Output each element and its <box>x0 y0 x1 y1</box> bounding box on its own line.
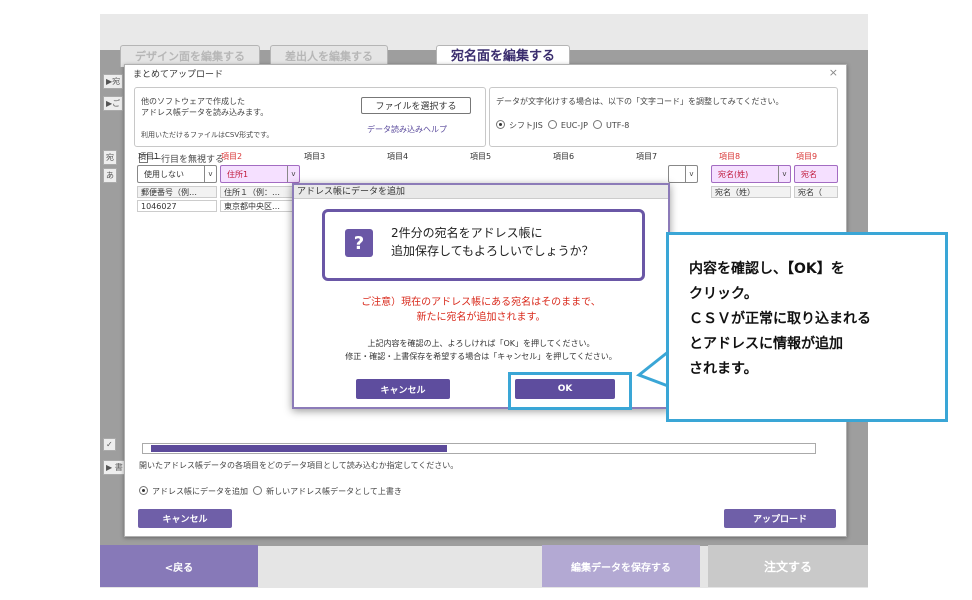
column-select[interactable]: 住所1 v <box>220 165 300 183</box>
intro-line: アドレス帳データを読み込みます。 <box>141 108 269 117</box>
warning-text: ご注意）現在のアドレス帳にある宛名はそのままで、 新たに宛名が追加されます。 <box>294 295 668 325</box>
ok-highlight-frame <box>508 372 632 410</box>
select-value: 住所1 <box>227 169 249 179</box>
select-file-button[interactable]: ファイルを選択する <box>361 97 471 114</box>
radio-icon <box>139 486 148 495</box>
column-header: 項目4 <box>387 152 409 161</box>
dialog-title: まとめてアップロード <box>133 70 224 80</box>
instruction-text: 上記内容を確認の上、よろしければ「OK」を押してください。 修正・確認・上書保存… <box>294 337 668 363</box>
confirm-title: アドレス帳にデータを追加 <box>294 185 668 199</box>
question-icon: ? <box>345 229 373 257</box>
instruction-line: 上記内容を確認の上、よろしければ「OK」を押してください。 <box>367 339 595 348</box>
order-button[interactable]: 注文する <box>708 545 868 587</box>
encoding-utf8[interactable]: UTF-8 <box>593 120 630 130</box>
side-marker: ▶宛 <box>103 74 124 89</box>
column-header: 項目8 <box>719 152 741 161</box>
save-data-button[interactable]: 編集データを保存する <box>542 545 700 587</box>
message-line: 2件分の宛名をアドレス帳に <box>391 226 543 240</box>
intro-line: 利用いただけるファイルはCSV形式です。 <box>141 131 274 139</box>
ignore-first-row-label: 一行目を無視する <box>152 155 225 165</box>
encoding-label: UTF-8 <box>606 121 630 130</box>
callout-line: されます。 <box>689 361 758 377</box>
mode-append[interactable]: アドレス帳にデータを追加 <box>139 486 248 496</box>
table-cell: 東京都中央区… <box>220 200 300 212</box>
warning-line: 新たに宛名が追加されます。 <box>416 312 546 323</box>
scrollbar-thumb[interactable] <box>151 445 447 452</box>
encoding-panel: データが文字化けする場合は、以下の「文字コード」を調整してみてください。 シフト… <box>489 87 838 147</box>
column-header: 項目6 <box>553 152 575 161</box>
confirm-cancel-button[interactable]: キャンセル <box>356 379 450 399</box>
table-cell: 住所１（例：… <box>220 186 300 198</box>
callout-text: 内容を確認し、【OK】を クリック。 ＣＳＶが正常に取り込まれる とアドレスに情… <box>689 257 871 382</box>
dialog-cancel-button[interactable]: キャンセル <box>138 509 232 528</box>
column-header: 項目1 <box>138 152 160 161</box>
side-marker: ▶ 書 <box>103 460 126 475</box>
message-line: 追加保存してもよろしいでしょうか？ <box>391 244 594 258</box>
column-select[interactable]: 宛名(姓) v <box>711 165 791 183</box>
chevron-down-icon: v <box>685 166 697 182</box>
encoding-label: シフトJIS <box>509 121 543 130</box>
radio-icon <box>593 120 602 129</box>
callout-line: とアドレスに情報が追加 <box>689 336 843 352</box>
select-value: 使用しない <box>144 169 184 179</box>
table-cell: 宛名（ <box>794 186 838 198</box>
table-cell: 宛名（姓） <box>711 186 791 198</box>
file-select-panel: 他のソフトウェアで作成した アドレス帳データを読み込みます。 利用いただけるファ… <box>134 87 486 147</box>
column-header: 項目7 <box>636 152 658 161</box>
instruction-line: 修正・確認・上書保存を希望する場合は「キャンセル」を押してください。 <box>345 352 617 361</box>
upload-button[interactable]: アップロード <box>724 509 836 528</box>
callout-line: 内容を確認し、【OK】を <box>689 261 845 277</box>
encoding-euc[interactable]: EUC-JP <box>547 120 588 130</box>
side-marker: あ <box>103 168 117 183</box>
column-header: 項目9 <box>796 152 818 161</box>
chevron-down-icon: v <box>778 166 790 182</box>
message-box: ? 2件分の宛名をアドレス帳に 追加保存してもよろしいでしょうか？ <box>322 209 645 281</box>
radio-icon <box>547 120 557 129</box>
select-value: 宛名(姓) <box>718 169 749 179</box>
table-cell: 郵便番号（例… <box>137 186 217 198</box>
radio-icon <box>496 120 505 129</box>
instruction-callout: 内容を確認し、【OK】を クリック。 ＣＳＶが正常に取り込まれる とアドレスに情… <box>666 232 948 422</box>
back-button[interactable]: <戻る <box>100 545 258 587</box>
side-marker: 宛 <box>103 150 117 165</box>
callout-line: ＣＳＶが正常に取り込まれる <box>689 311 871 327</box>
mode-label: 新しいアドレス帳データとして上書き <box>266 487 402 496</box>
help-link[interactable]: データ読み込みヘルプ <box>367 124 447 135</box>
column-header: 項目3 <box>304 152 326 161</box>
encoding-note: データが文字化けする場合は、以下の「文字コード」を調整してみてください。 <box>496 97 784 106</box>
mode-label: アドレス帳にデータを追加 <box>152 487 248 496</box>
column-select[interactable]: 宛名 <box>794 165 838 183</box>
side-marker: ▶ご <box>103 96 124 111</box>
chevron-down-icon: v <box>287 166 299 182</box>
callout-line: クリック。 <box>689 286 758 302</box>
side-marker: ✓ <box>103 438 116 451</box>
close-icon[interactable]: × <box>829 66 838 79</box>
table-cell: 1046027 <box>137 200 217 212</box>
select-value: 宛名 <box>801 169 817 179</box>
column-select[interactable]: v <box>668 165 698 183</box>
radio-icon <box>253 486 263 495</box>
warning-line: ご注意）現在のアドレス帳にある宛名はそのままで、 <box>361 297 601 308</box>
encoding-sjis[interactable]: シフトJIS <box>496 120 543 130</box>
chevron-down-icon: v <box>204 166 216 182</box>
column-select[interactable]: 使用しない v <box>137 165 217 183</box>
column-header: 項目5 <box>470 152 492 161</box>
callout-pointer <box>635 350 670 389</box>
horizontal-scrollbar[interactable] <box>142 443 816 454</box>
encoding-label: EUC-JP <box>560 121 588 130</box>
column-header: 項目2 <box>221 152 243 161</box>
mode-overwrite[interactable]: 新しいアドレス帳データとして上書き <box>253 486 402 496</box>
confirm-message: 2件分の宛名をアドレス帳に 追加保存してもよろしいでしょうか？ <box>391 224 594 260</box>
mapping-note: 開いたアドレス帳データの各項目をどのデータ項目として読み込むか指定してください。 <box>139 461 459 470</box>
